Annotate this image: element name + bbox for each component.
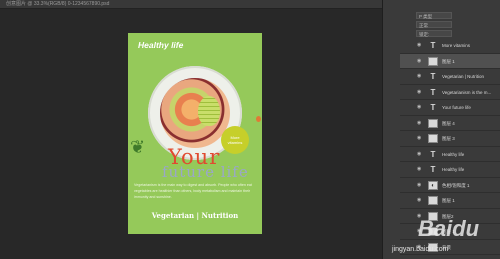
watermark-url: jingyan.baidu.com	[392, 246, 449, 253]
text-layer-icon: T	[430, 165, 436, 174]
layer-name: More vitamins	[442, 43, 471, 48]
layer-thumbnail	[428, 196, 438, 205]
orange-fragment-image	[256, 116, 261, 122]
badge-line2: vitamins	[227, 140, 243, 145]
headline-future-life: future life	[162, 163, 249, 181]
text-layer-icon: T	[430, 72, 436, 81]
layer-row[interactable]: ◉ T Healthy life	[400, 162, 500, 178]
vitamins-badge: More vitamins	[221, 126, 249, 154]
text-layer-icon: T	[430, 149, 436, 159]
layer-name: 图层 1	[442, 198, 455, 203]
herb-icon: ❦	[130, 137, 146, 157]
layer-row[interactable]: ◉ ◐ 色相/饱和度 1	[400, 178, 500, 193]
footer-tagline: Vegetarian | Nutrition	[151, 211, 239, 220]
layer-row[interactable]: ◉ T Your future life	[400, 100, 500, 116]
layer-name: 色相/饱和度 1	[442, 182, 470, 188]
layer-thumbnail	[428, 134, 438, 143]
layer-row[interactable]: ◉ 图层 4	[400, 116, 500, 131]
text-layer-icon: T	[430, 103, 436, 112]
visibility-eye-icon[interactable]: ◉	[417, 182, 421, 188]
layer-name: 背景	[442, 244, 451, 250]
visibility-eye-icon[interactable]: ◉	[417, 58, 421, 64]
text-layer-icon: T	[430, 87, 436, 97]
visibility-eye-icon[interactable]: ◉	[417, 197, 421, 203]
layer-row[interactable]: ◉ T Healthy life	[400, 147, 500, 162]
adjustment-layer-thumbnail: ◐	[428, 180, 438, 190]
layer-row[interactable]: ◉ T More vitamins	[400, 38, 500, 54]
layer-name: 图层 3	[442, 136, 455, 141]
document-tab[interactable]: 创意图片 @ 33.3%(RGB/8) 0-1234567890.psd	[0, 0, 382, 9]
layer-row[interactable]: ◉ T Vegetarian | Nutrition	[400, 69, 500, 85]
visibility-eye-icon[interactable]: ◉	[417, 120, 421, 126]
canvas-area[interactable]: 创意图片 @ 33.3%(RGB/8) 0-1234567890.psd Hea…	[0, 0, 382, 259]
visibility-eye-icon[interactable]: ◉	[417, 104, 421, 110]
layers-panel-controls: P 类型 正常 锁定:	[400, 8, 500, 38]
visibility-eye-icon[interactable]: ◉	[417, 89, 421, 95]
layer-name: Vegetarianism is the m...	[442, 89, 492, 95]
layer-thumbnail	[428, 118, 438, 128]
layer-row[interactable]: ◉ 图层 1	[400, 193, 500, 209]
body-paragraph: Vegetarianism is the main way to digest …	[134, 183, 252, 199]
visibility-eye-icon[interactable]: ◉	[417, 166, 421, 172]
visibility-eye-icon[interactable]: ◉	[417, 42, 421, 48]
layer-name: 图层 1	[442, 58, 455, 64]
layer-name: 图层 4	[442, 120, 455, 126]
layer-name: Your future life	[442, 105, 471, 110]
layer-thumbnail	[428, 56, 438, 66]
lock-controls[interactable]: 锁定:	[416, 30, 452, 37]
cucumber-image	[198, 96, 220, 126]
layer-row-selected[interactable]: ◉ 图层 1	[400, 53, 500, 69]
baidu-logo: Baidu	[418, 216, 480, 241]
visibility-eye-icon[interactable]: ◉	[417, 73, 421, 79]
layer-filter-select[interactable]: P 类型	[416, 12, 452, 19]
document-canvas[interactable]: Healthy life More vitamins ❦ Your future…	[128, 33, 262, 234]
layer-name: Healthy life	[442, 167, 465, 172]
visibility-eye-icon[interactable]: ◉	[417, 151, 421, 157]
poster-title: Healthy life	[138, 40, 184, 50]
layer-name: Healthy life	[442, 151, 465, 157]
layer-row[interactable]: ◉ T Vegetarianism is the m...	[400, 85, 500, 100]
text-layer-icon: T	[430, 41, 436, 50]
layer-name: Vegetarian | Nutrition	[442, 74, 484, 79]
visibility-eye-icon[interactable]: ◉	[417, 135, 421, 141]
blend-mode-select[interactable]: 正常	[416, 21, 452, 28]
layer-row[interactable]: ◉ 图层 3	[400, 131, 500, 147]
